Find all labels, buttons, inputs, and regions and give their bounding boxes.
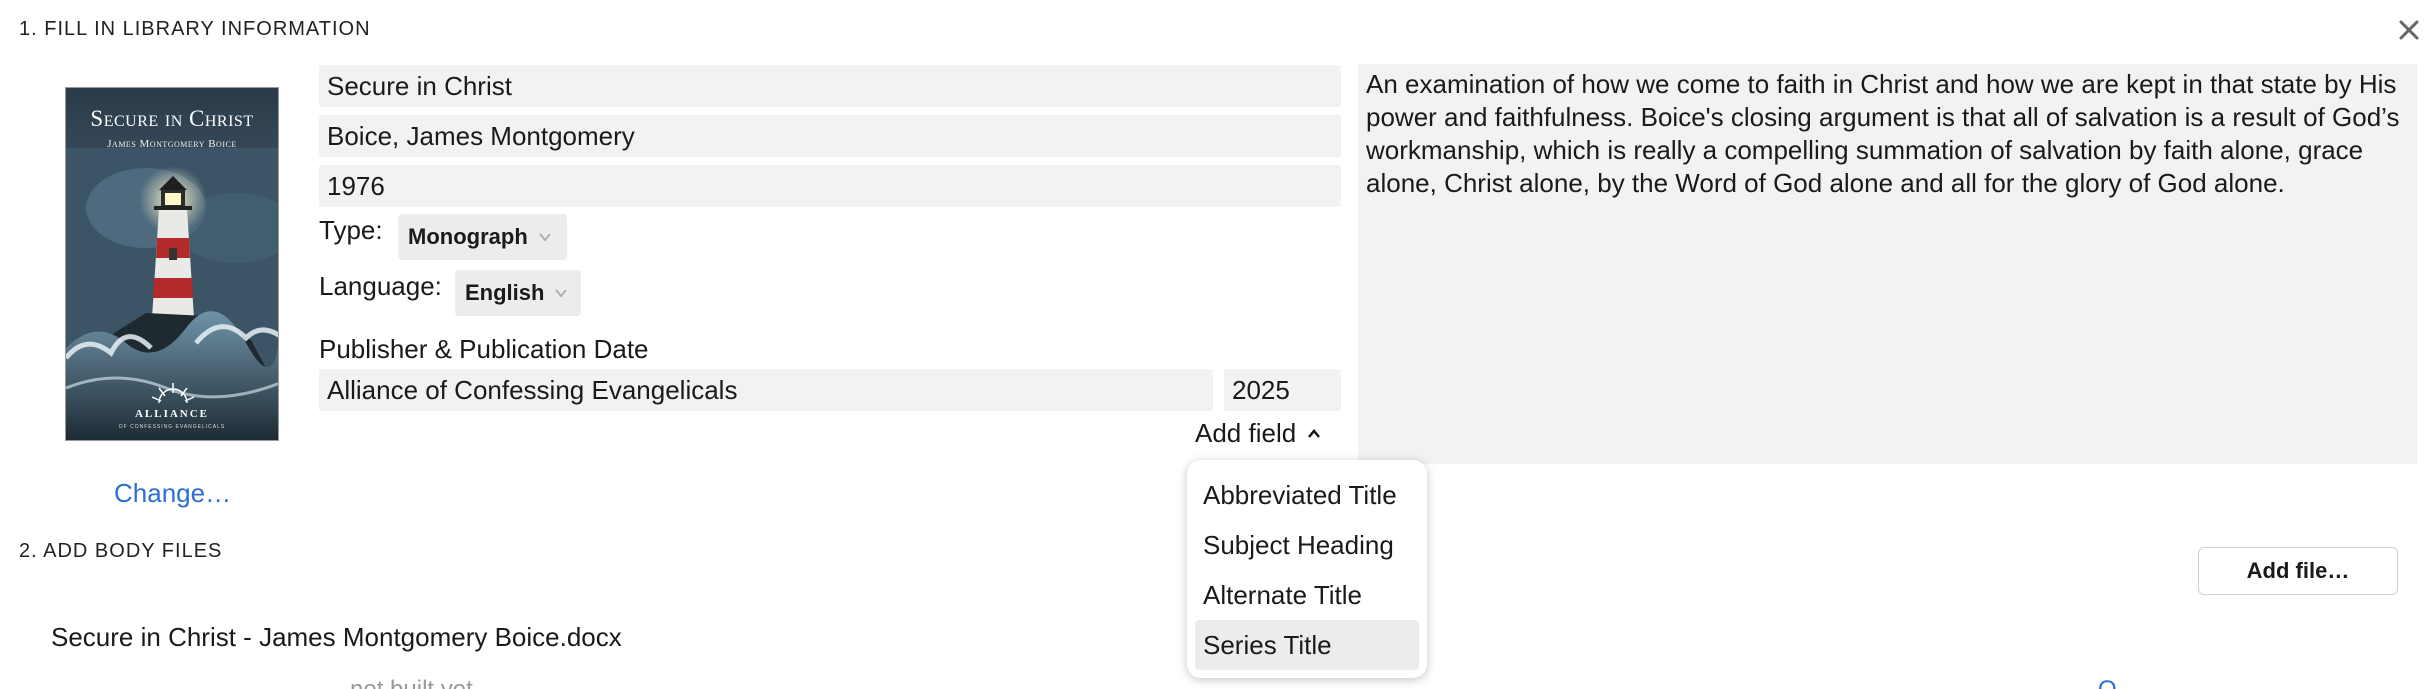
section-heading-body-files: 2. ADD BODY FILES	[19, 540, 223, 562]
chevron-up-icon	[1308, 428, 1321, 438]
body-file-status: ...not built yet...	[330, 676, 493, 689]
chevron-down-icon	[555, 289, 568, 298]
title-field[interactable]: Secure in Christ	[319, 65, 1341, 107]
description-field[interactable]: An examination of how we come to faith i…	[1358, 64, 2417, 464]
cover-publisher-subtitle: OF CONFESSING EVANGELICALS	[118, 424, 226, 430]
library-import-dialog: 1. FILL IN LIBRARY INFORMATION Secure in…	[0, 0, 2435, 689]
publication-date-field[interactable]: 2025	[1224, 369, 1341, 411]
add-field-button[interactable]: Add field	[1195, 418, 1322, 449]
add-field-label: Add field	[1195, 418, 1297, 448]
close-button[interactable]	[2391, 12, 2427, 48]
body-file-action-link[interactable]: O...	[2098, 676, 2137, 689]
lighthouse-illustration	[66, 148, 278, 440]
chevron-down-icon	[538, 233, 551, 242]
change-cover-link[interactable]: Change…	[114, 478, 231, 509]
author-field[interactable]: Boice, James Montgomery	[319, 115, 1341, 157]
language-select[interactable]: English	[455, 270, 581, 316]
body-file-item[interactable]: Secure in Christ - James Montgomery Boic…	[51, 622, 622, 653]
menu-item-subject-heading[interactable]: Subject Heading	[1195, 520, 1419, 570]
type-label: Type:	[319, 215, 383, 245]
type-select[interactable]: Monograph	[398, 214, 567, 260]
close-icon	[2399, 20, 2419, 40]
type-select-value: Monograph	[408, 224, 528, 249]
book-cover-image: Secure in Christ James Montgomery Boice …	[65, 87, 279, 441]
menu-item-series-title[interactable]: Series Title	[1195, 620, 1419, 670]
section-heading-library-info: 1. FILL IN LIBRARY INFORMATION	[19, 18, 371, 40]
cover-title: Secure in Christ	[90, 106, 254, 131]
menu-item-abbreviated-title[interactable]: Abbreviated Title	[1195, 470, 1419, 520]
add-file-button[interactable]: Add file…	[2198, 547, 2398, 595]
year-field[interactable]: 1976	[319, 165, 1341, 207]
cover-author: James Montgomery Boice	[107, 138, 237, 150]
add-field-menu: Abbreviated Title Subject Heading Altern…	[1187, 460, 1427, 678]
publisher-date-heading: Publisher & Publication Date	[319, 334, 649, 364]
cover-publisher-logo: ALLIANCE	[134, 408, 210, 420]
language-select-value: English	[465, 280, 545, 305]
language-label: Language:	[319, 271, 442, 301]
menu-item-alternate-title[interactable]: Alternate Title	[1195, 570, 1419, 620]
publisher-field[interactable]: Alliance of Confessing Evangelicals	[319, 369, 1213, 411]
